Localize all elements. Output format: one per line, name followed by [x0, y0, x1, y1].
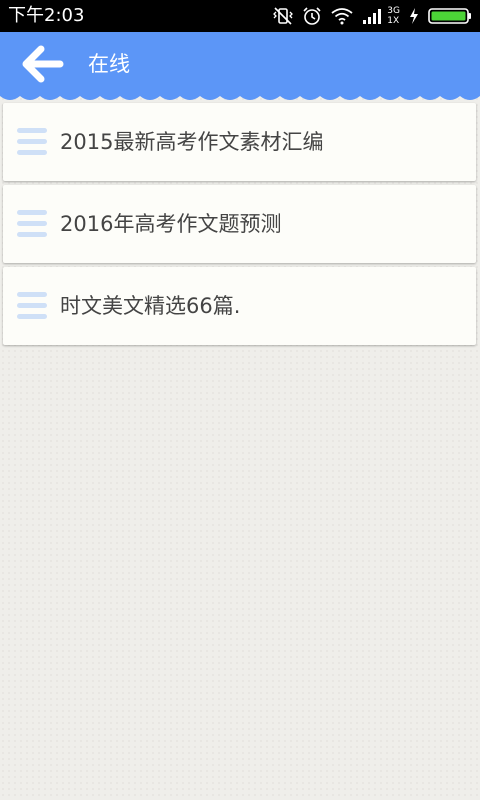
charging-icon	[410, 8, 418, 24]
battery-icon	[428, 8, 471, 24]
network-type-top: 3G	[387, 6, 400, 16]
signal-icon	[363, 9, 382, 24]
arrow-left-icon	[22, 45, 64, 83]
list-item-label: 2016年高考作文题预测	[60, 212, 282, 236]
list-item-1[interactable]: 2015最新高考作文素材汇编	[3, 103, 476, 181]
menu-lines-icon	[17, 292, 47, 320]
network-type-bottom: 1X	[387, 16, 400, 26]
list-item-3[interactable]: 时文美文精选66篇.	[3, 267, 476, 345]
menu-lines-icon	[17, 210, 47, 238]
network-type: 3G 1X	[387, 6, 400, 26]
status-icons: 3G 1X	[273, 4, 472, 28]
status-time: 下午2:03	[8, 5, 85, 26]
article-list: 2015最新高考作文素材汇编 2016年高考作文题预测 时文美文精选66篇.	[3, 103, 476, 349]
back-button[interactable]	[14, 42, 70, 86]
list-item-label: 2015最新高考作文素材汇编	[60, 130, 324, 154]
alarm-icon	[303, 7, 321, 25]
list-item-2[interactable]: 2016年高考作文题预测	[3, 185, 476, 263]
wifi-icon	[331, 8, 353, 25]
status-bar: 下午2:03 3G 1X	[0, 0, 480, 32]
vibrate-off-icon	[273, 7, 294, 25]
app-header: 在线	[0, 32, 480, 96]
list-item-label: 时文美文精选66篇.	[60, 294, 241, 318]
page-title: 在线	[88, 52, 130, 76]
menu-lines-icon	[17, 128, 47, 156]
